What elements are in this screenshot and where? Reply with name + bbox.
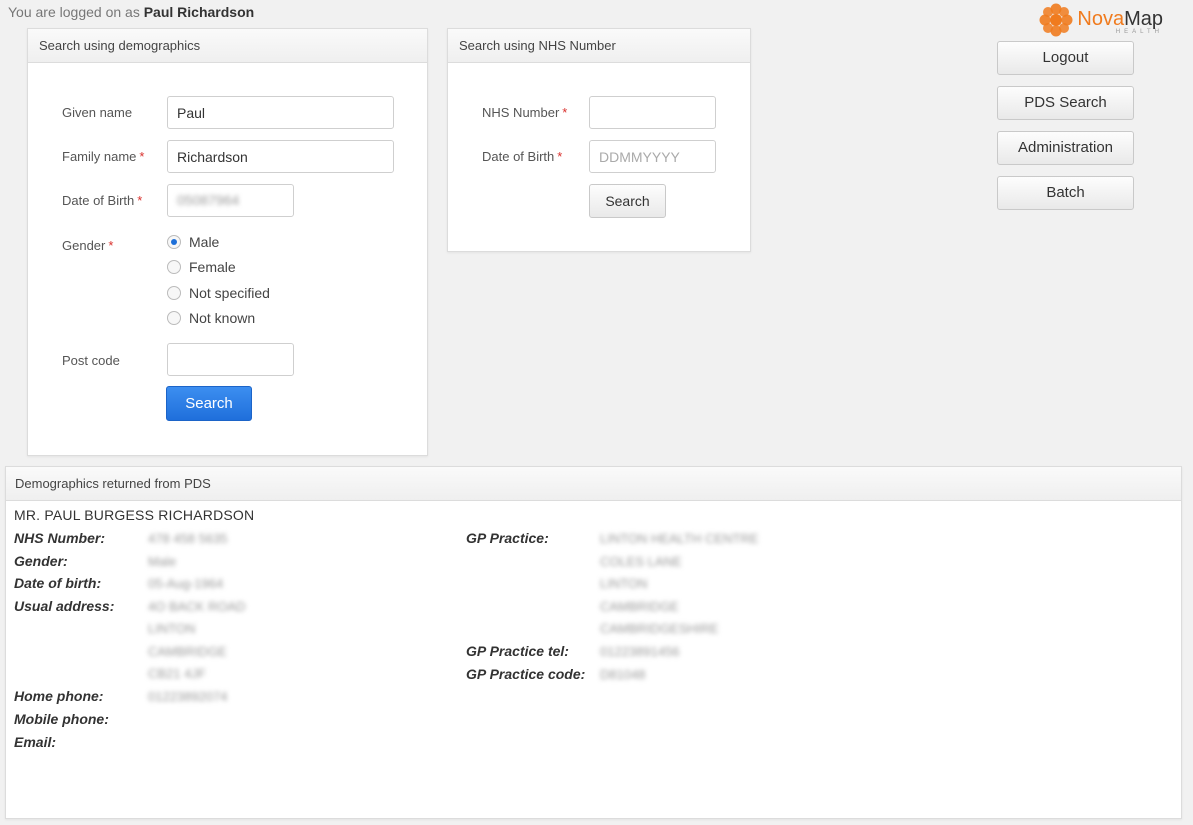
email-key: Email: (14, 734, 57, 750)
nhs-search-panel: Search using NHS Number NHS Number * Date… (447, 28, 751, 252)
address-line: LINTON (148, 621, 196, 636)
radio-selected-icon (167, 235, 181, 249)
radio-icon (167, 311, 181, 325)
radio-icon (167, 286, 181, 300)
novamap-logo: NovaMap HEALTH (1038, 2, 1163, 38)
address-key: Usual address: (14, 598, 115, 614)
batch-button[interactable]: Batch (997, 176, 1134, 210)
family-name-label: Family name * (62, 149, 145, 164)
login-status: You are logged on as Paul Richardson (8, 4, 254, 20)
radio-icon (167, 260, 181, 274)
panel-title: Search using demographics (28, 29, 427, 63)
gp-practice-line: LINTON (600, 576, 648, 591)
mobile-phone-key: Mobile phone: (14, 711, 109, 727)
gp-practice-key: GP Practice: (466, 530, 549, 546)
nhs-dob-input[interactable] (589, 140, 716, 173)
given-name-input[interactable] (167, 96, 394, 129)
gender-option-not-specified[interactable]: Not specified (167, 283, 270, 303)
gp-practice-line: LINTON HEALTH CENTRE (600, 531, 759, 546)
gp-tel-key: GP Practice tel: (466, 643, 569, 659)
dob-input[interactable]: 05087964 (167, 184, 294, 217)
nhs-number-input[interactable] (589, 96, 716, 129)
gender-option-female[interactable]: Female (167, 257, 236, 277)
logged-user-name: Paul Richardson (143, 4, 255, 20)
gp-code-value: D81048 (600, 667, 646, 682)
gp-code-key: GP Practice code: (466, 666, 586, 682)
dob-value: 05-Aug-1964 (148, 576, 224, 591)
given-name-label: Given name (62, 105, 133, 120)
address-line: CAMBRIDGE (148, 644, 227, 659)
home-phone-key: Home phone: (14, 688, 104, 704)
logout-button[interactable]: Logout (997, 41, 1134, 75)
demographics-search-panel: Search using demographics Given name Fam… (27, 28, 428, 456)
panel-title: Demographics returned from PDS (6, 467, 1181, 501)
administration-button[interactable]: Administration (997, 131, 1134, 165)
postcode-input[interactable] (167, 343, 294, 376)
gender-key: Gender: (14, 553, 68, 569)
nhs-number-value: 478 458 5635 (148, 531, 228, 546)
gender-option-not-known[interactable]: Not known (167, 308, 255, 328)
address-line: 4O BACK ROAD (148, 599, 246, 614)
home-phone-value: 01223892074 (148, 689, 228, 704)
patient-name: MR. PAUL BURGESS RICHARDSON (14, 507, 255, 523)
dob-label: Date of Birth * (62, 193, 143, 208)
gender-value: Male (148, 554, 177, 569)
gp-practice-line: COLES LANE (600, 554, 682, 569)
pds-search-button[interactable]: PDS Search (997, 86, 1134, 120)
login-prefix: You are logged on as (8, 4, 140, 20)
postcode-label: Post code (62, 353, 120, 368)
gender-option-male[interactable]: Male (167, 232, 219, 252)
demographics-search-button[interactable]: Search (166, 386, 252, 421)
gp-practice-line: CAMBRIDGESHIRE (600, 621, 719, 636)
family-name-input[interactable] (167, 140, 394, 173)
gp-tel-value: 01223891456 (600, 644, 680, 659)
nhs-dob-label: Date of Birth * (482, 149, 563, 164)
nhs-number-key: NHS Number: (14, 530, 106, 546)
gender-label: Gender * (62, 238, 114, 253)
nhs-number-label: NHS Number * (482, 105, 568, 120)
logo-wordmark: NovaMap (1077, 8, 1163, 30)
nhs-search-button[interactable]: Search (589, 184, 666, 218)
dob-key: Date of birth: (14, 575, 102, 591)
gp-practice-line: CAMBRIDGE (600, 599, 679, 614)
panel-title: Search using NHS Number (448, 29, 750, 63)
flower-logo-icon (1039, 3, 1073, 37)
address-line: CB21 4JF (148, 666, 206, 681)
